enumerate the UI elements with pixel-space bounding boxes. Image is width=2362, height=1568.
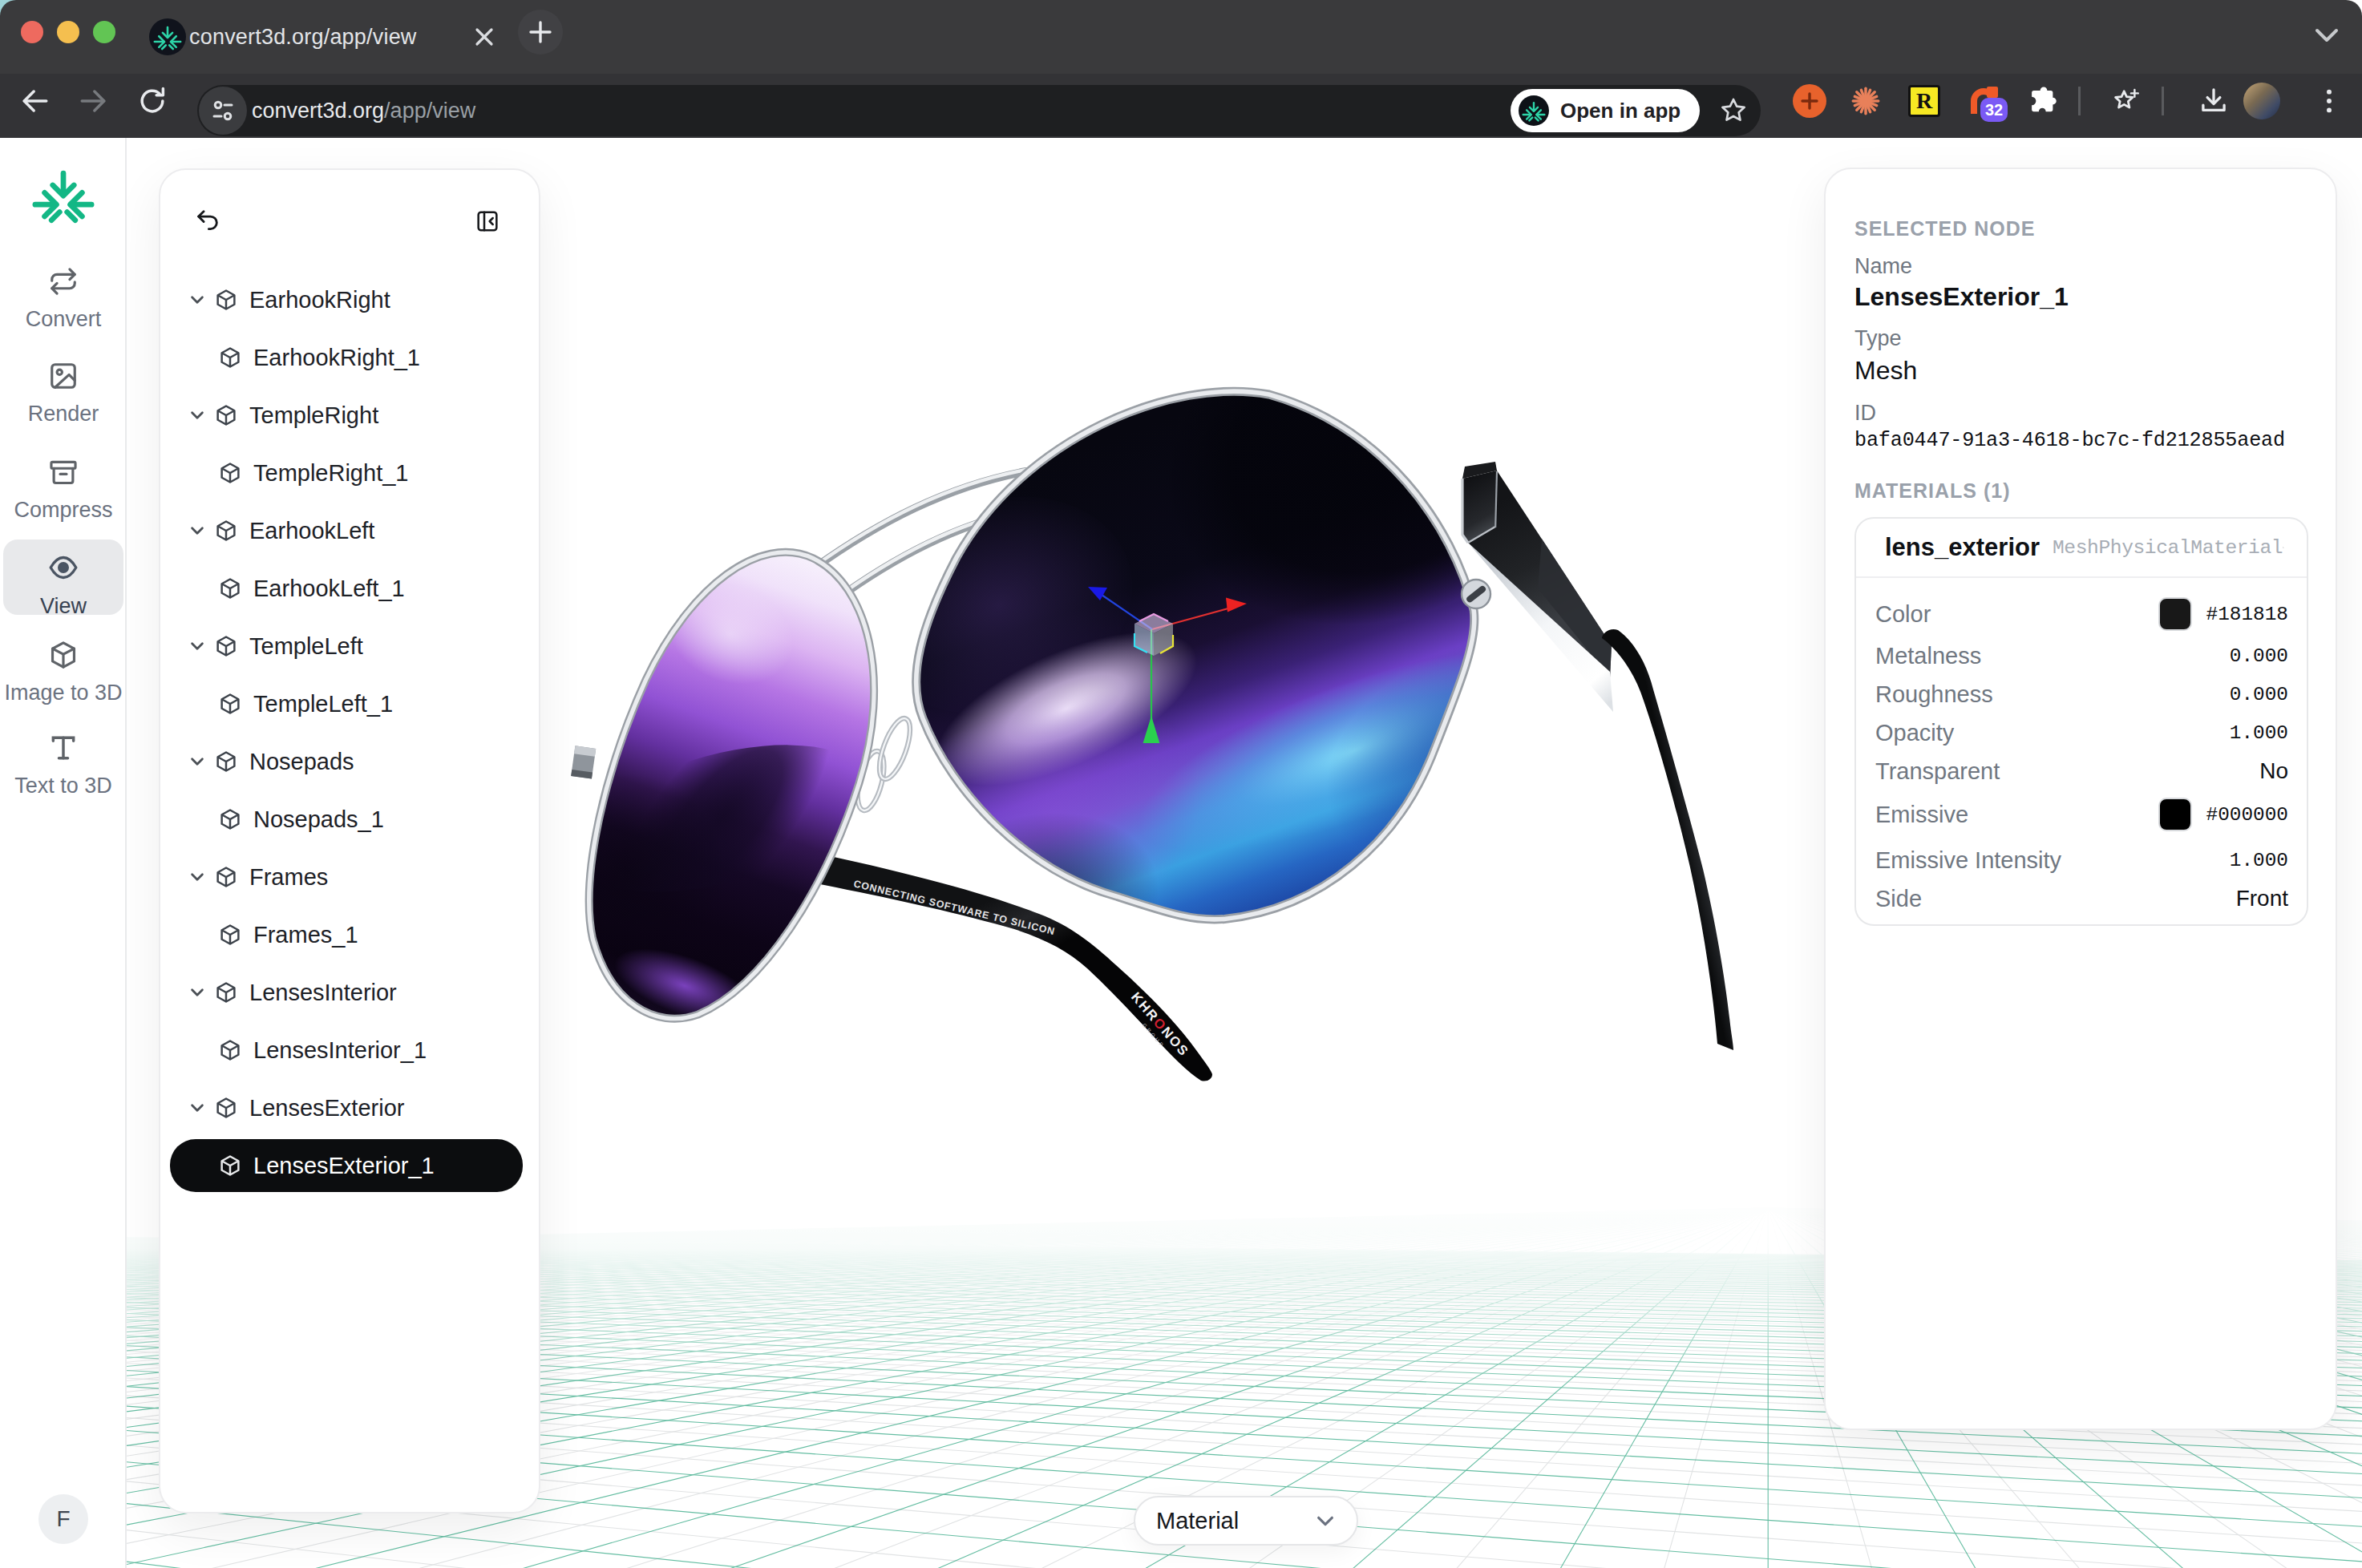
svg-text:KHRONOS: KHRONOS <box>1128 989 1192 1060</box>
